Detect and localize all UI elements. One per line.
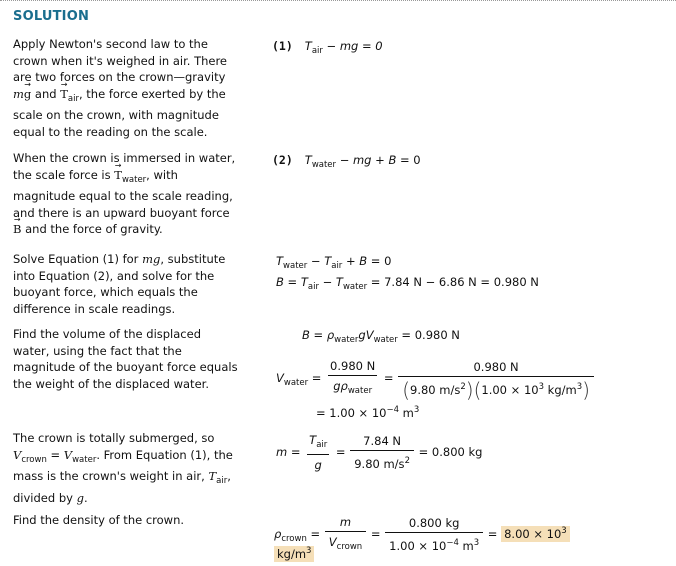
equation-6: ρcrown = m Vcrown = 0.800 kg 1.00 × 10−4 m… xyxy=(274,514,570,555)
equation-4-line-1: B = ρwatergVwater = 0.980 N xyxy=(302,328,460,345)
fraction: 0.980 Ngρwater xyxy=(328,359,378,396)
fraction: 0.800 kg 1.00 × 10−4 m3 xyxy=(385,515,484,554)
top-dotted-divider xyxy=(0,0,676,1)
vector-b: B xyxy=(13,212,22,238)
equation-1: (1) Tair − mg = 0 xyxy=(272,39,383,56)
equation-4-line-3: = 1.00 × 10−4 m3 xyxy=(316,405,420,420)
fraction: 7.84 N 9.80 m/s2 xyxy=(350,433,414,472)
answer-highlight: 8.00 × 103 xyxy=(501,526,570,542)
equation-4-line-2: Vwater = 0.980 Ngρwater = 0.980 N (9.80 m… xyxy=(276,358,595,400)
fraction: Tair g xyxy=(307,433,330,472)
solution-heading: SOLUTION xyxy=(13,9,90,24)
fraction: m Vcrown xyxy=(324,514,367,555)
fraction: 0.980 N (9.80 m/s2)(1.00 × 103 kg/m3) xyxy=(398,359,594,400)
equation-3-line-2: B = Tair − Twater = 7.84 N − 6.86 N = 0.… xyxy=(276,275,539,292)
step-3-text: Solve Equation (1) for mg, substitute in… xyxy=(13,252,226,316)
answer-highlight-unit: kg/m3 xyxy=(274,546,315,562)
equation-2: (2) Twater − mg + B = 0 xyxy=(272,153,421,170)
step-4-text: Find the volume of the displaced water, … xyxy=(13,327,238,391)
step-5-text: The crown is totally submerged, so Vcrow… xyxy=(13,431,233,505)
vector-g: g xyxy=(24,77,32,103)
vector-t: T xyxy=(114,158,122,184)
equation-5: m = Tair g = 7.84 N 9.80 m/s2 = 0.800 kg xyxy=(276,433,483,472)
equation-3-line-1: Twater − Tair + B = 0 xyxy=(276,254,392,271)
step-2-text: When the crown is immersed in water, the… xyxy=(13,150,238,238)
equation-6-continued: kg/m3 xyxy=(274,543,315,562)
vector-t: T xyxy=(60,77,68,103)
step-6-text: Find the density of the crown. xyxy=(13,513,185,527)
step-1-text: Apply Newton's second law to the crown w… xyxy=(13,36,238,140)
